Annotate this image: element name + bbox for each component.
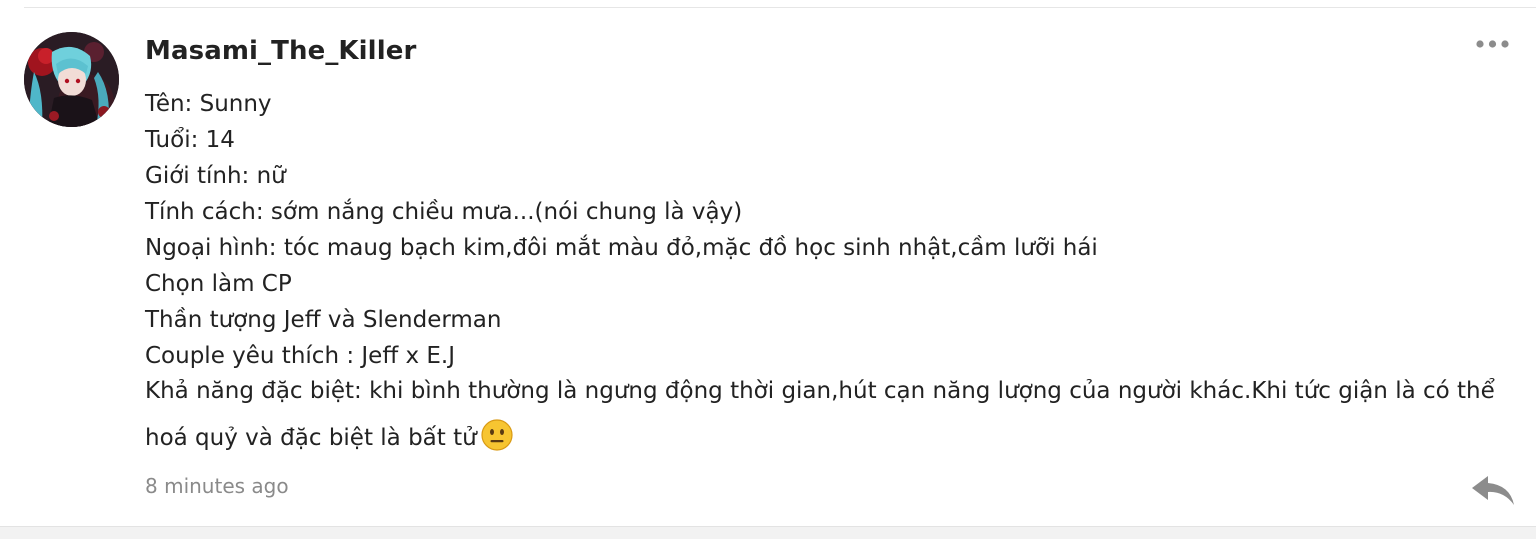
comment-body: Tên: Sunny Tuổi: 14 Giới tính: nữ Tính c… bbox=[145, 86, 1515, 462]
anime-girl-avatar-image bbox=[24, 32, 119, 127]
bottom-divider bbox=[0, 526, 1536, 539]
comment-line-idol: Thần tượng Jeff và Slenderman bbox=[145, 307, 502, 333]
comment-line-name: Tên: Sunny bbox=[145, 91, 272, 117]
more-options-button[interactable] bbox=[1470, 34, 1514, 54]
comment-line-appearance: Ngoại hình: tóc maug bạch kim,đôi mắt mà… bbox=[145, 235, 1098, 261]
reply-button[interactable] bbox=[1470, 472, 1516, 508]
neutral-face-emoji bbox=[481, 419, 513, 451]
avatar[interactable] bbox=[24, 32, 119, 127]
comment-line-personality: Tính cách: sớm nắng chiều mưa...(nói chu… bbox=[145, 199, 743, 225]
reply-arrow-icon bbox=[1472, 476, 1514, 505]
username[interactable]: Masami_The_Killer bbox=[145, 36, 416, 66]
comment-item: Masami_The_Killer Tên: Sunny Tuổi: 14 Gi… bbox=[0, 8, 1536, 524]
comment-line-cp: Chọn làm CP bbox=[145, 271, 292, 297]
comment-line-gender: Giới tính: nữ bbox=[145, 163, 286, 189]
timestamp: 8 minutes ago bbox=[145, 474, 289, 498]
comment-line-age: Tuổi: 14 bbox=[145, 127, 235, 153]
comment-line-ability: Khả năng đặc biệt: khi bình thường là ng… bbox=[145, 368, 1515, 462]
more-options-icon bbox=[1476, 40, 1509, 48]
neutral-face-icon bbox=[481, 419, 513, 451]
comment-line-ability-text: Khả năng đặc biệt: khi bình thường là ng… bbox=[145, 378, 1495, 451]
